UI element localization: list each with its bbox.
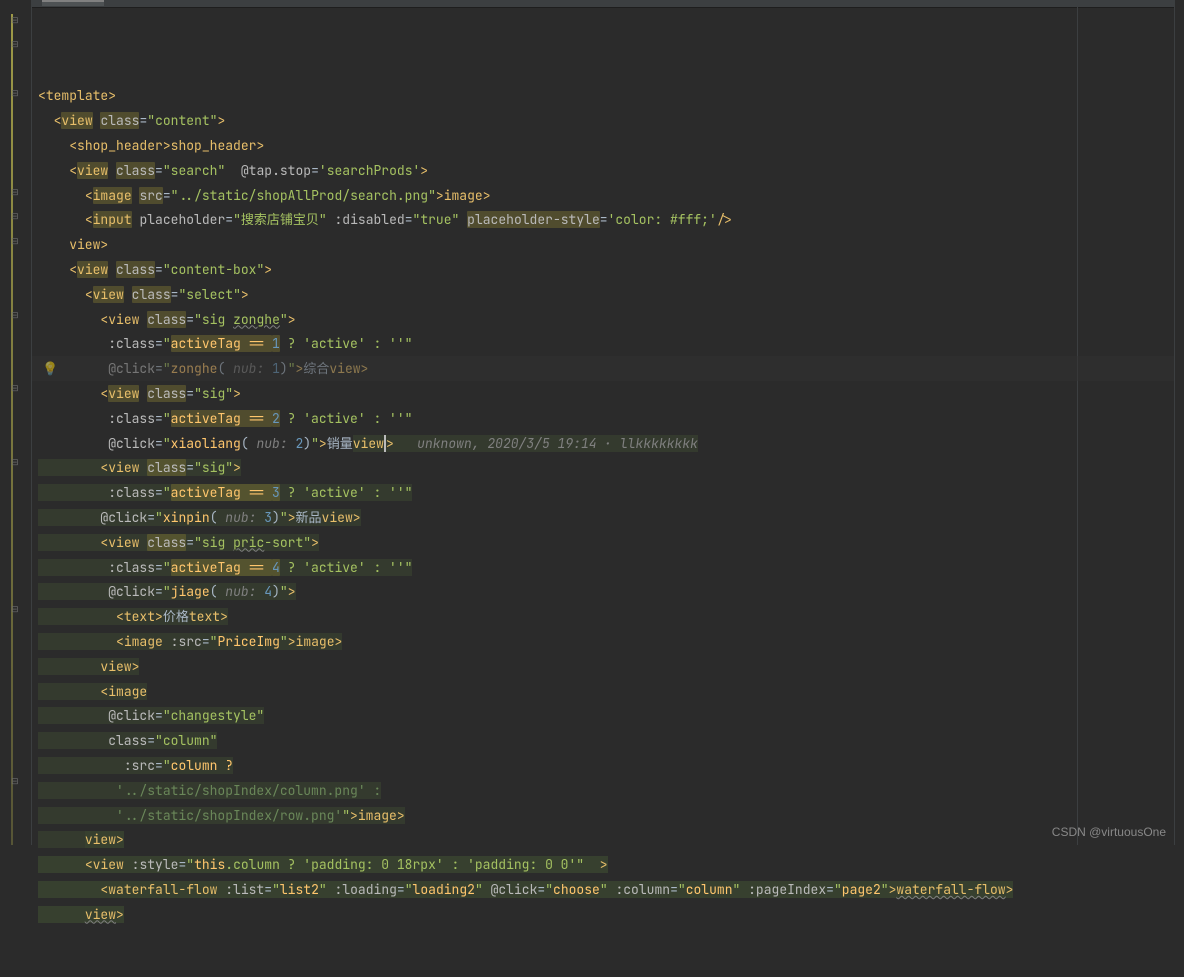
gutter-row[interactable] [0, 280, 31, 305]
gutter-row[interactable] [0, 378, 31, 403]
gutter-row[interactable] [0, 108, 31, 133]
watermark: CSDN @virtuousOne [1052, 825, 1166, 839]
gutter-row[interactable] [0, 477, 31, 502]
gutter-row[interactable] [0, 354, 31, 379]
fold-icon[interactable] [11, 91, 20, 100]
gutter-row[interactable] [0, 10, 31, 35]
gutter-row[interactable] [0, 231, 31, 256]
gutter-row[interactable] [0, 133, 31, 158]
gutter-row[interactable] [0, 501, 31, 526]
gutter[interactable] [0, 0, 32, 845]
fold-icon[interactable] [11, 42, 20, 51]
gutter-row[interactable] [0, 182, 31, 207]
fold-icon[interactable] [11, 607, 20, 616]
gutter-row[interactable] [0, 649, 31, 674]
gutter-row[interactable] [0, 59, 31, 84]
gutter-row[interactable] [0, 526, 31, 551]
gutter-row[interactable] [0, 157, 31, 182]
gutter-row[interactable] [0, 698, 31, 723]
fold-icon[interactable] [11, 779, 20, 788]
gutter-row[interactable] [0, 207, 31, 232]
code-content[interactable]: <template> <view class="content"> <shop_… [38, 84, 1180, 927]
fold-icon[interactable] [11, 190, 20, 199]
gutter-row[interactable] [0, 747, 31, 772]
gutter-row[interactable] [0, 600, 31, 625]
gutter-row[interactable] [0, 673, 31, 698]
code-editor[interactable]: 💡 <template> <view class="content"> <sho… [0, 0, 1184, 845]
gutter-row[interactable] [0, 550, 31, 575]
gutter-row[interactable] [0, 403, 31, 428]
fold-icon[interactable] [11, 313, 20, 322]
fold-icon[interactable] [11, 386, 20, 395]
current-line-highlight [32, 356, 1184, 381]
gutter-row[interactable] [0, 821, 31, 846]
gutter-row[interactable] [0, 84, 31, 109]
gutter-row[interactable] [0, 305, 31, 330]
gutter-row[interactable] [0, 35, 31, 60]
fold-icon[interactable] [11, 460, 20, 469]
fold-icon[interactable] [11, 239, 20, 248]
fold-icon[interactable] [11, 18, 20, 27]
gutter-row[interactable] [0, 796, 31, 821]
gutter-row[interactable] [0, 428, 31, 453]
gutter-row[interactable] [0, 452, 31, 477]
gutter-row[interactable] [0, 722, 31, 747]
gutter-row[interactable] [0, 575, 31, 600]
gutter-row[interactable] [0, 256, 31, 281]
gutter-row[interactable] [0, 329, 31, 354]
error-stripe[interactable] [1174, 0, 1184, 845]
fold-icon[interactable] [11, 214, 20, 223]
gutter-row[interactable] [0, 771, 31, 796]
code-area[interactable]: <template> <view class="content"> <shop_… [32, 0, 1184, 845]
gutter-row[interactable] [0, 624, 31, 649]
